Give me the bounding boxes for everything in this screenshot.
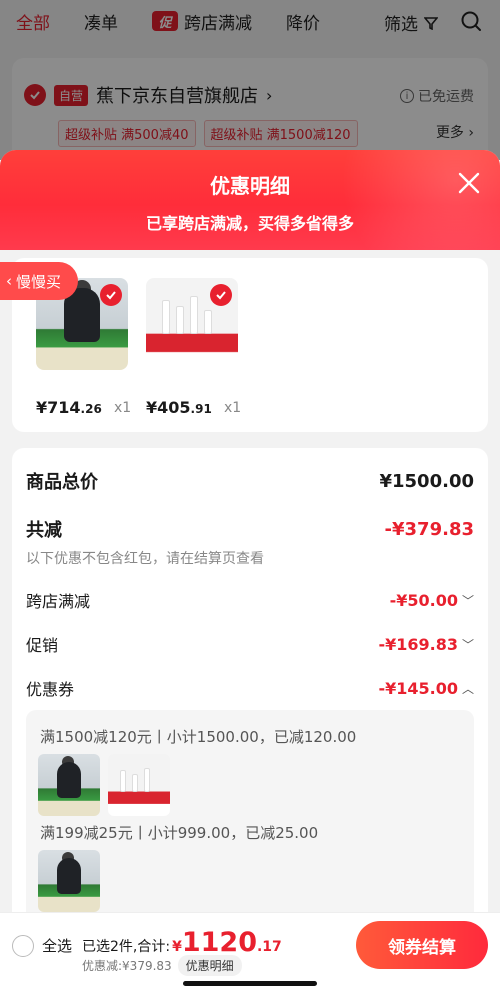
checkout-button[interactable]: 领券结算 (356, 921, 488, 969)
slow-buy-label: 慢慢买 (16, 272, 62, 291)
figure-body (57, 762, 81, 798)
price-int: ¥405 (146, 398, 191, 417)
line-label: 优惠券 (26, 680, 75, 699)
chevron-down-icon: ﹀ (461, 593, 474, 608)
discount-label: 共减 (26, 520, 62, 541)
dim-overlay[interactable] (0, 0, 500, 160)
price-dec: .91 (190, 402, 212, 416)
line-value: -¥50.00 ﹀ (390, 591, 474, 610)
total-value: ¥1500.00 (379, 470, 474, 492)
selected-check-icon (210, 284, 232, 306)
product-price: ¥405.91 (146, 398, 212, 417)
products-card: ¥714.26 x1 ¥405.91 x1 (12, 258, 488, 432)
select-all-label[interactable]: 全选 (42, 935, 72, 956)
mini-thumb-jacket (38, 850, 100, 912)
home-indicator (183, 981, 317, 986)
selected-check-icon (100, 284, 122, 306)
close-icon[interactable] (458, 172, 480, 194)
total-dec: .17 (256, 939, 282, 955)
discount-detail-sheet: 优惠明细 已享跨店满减，买得多省得多 ‹ 慢慢买 ¥714.26 x1 ¥405… (0, 150, 500, 996)
product-qty: x1 (224, 400, 242, 416)
saved-line: 优惠减:¥379.83 优惠明细 (82, 955, 242, 976)
price-int: ¥714 (36, 398, 81, 417)
bottle-shape (204, 310, 212, 334)
figure-body (57, 858, 81, 894)
mini-thumb-cosmetics (108, 754, 170, 816)
selected-text: 已选2件,合计: (82, 939, 171, 955)
line-label: 促销 (26, 636, 59, 655)
line-amount: -¥145.00 (378, 678, 458, 698)
coupon-group-text: 满199减25元丨小计999.00，已减25.00 (40, 824, 319, 842)
chevron-up-icon: ︿ (461, 681, 474, 696)
coupon-group-text: 满1500减120元丨小计1500.00，已减120.00 (40, 728, 357, 746)
line-label: 跨店满减 (26, 592, 91, 611)
discount-detail-pill[interactable]: 优惠明细 (177, 955, 242, 976)
currency-symbol: ¥ (172, 939, 182, 955)
chevron-down-icon: ﹀ (461, 637, 474, 652)
product-price: ¥714.26 (36, 398, 102, 417)
discount-note: 以下优惠不包含红包，请在结算页查看 (26, 551, 264, 567)
bottle-shape (132, 774, 138, 792)
product-thumb-cosmetics[interactable] (146, 278, 238, 370)
chevron-left-icon: ‹ (6, 272, 12, 290)
product-qty: x1 (114, 400, 132, 416)
discount-line-cross-store[interactable]: 跨店满减 -¥50.00 ﹀ (26, 588, 474, 612)
saved-text: 优惠减:¥379.83 (82, 959, 172, 973)
checkout-bar: 全选 已选2件,合计: ¥ 1120 .17 优惠减:¥379.83 优惠明细 … (0, 912, 500, 996)
total-int: 1120 (181, 927, 257, 958)
line-value: -¥169.83 ﹀ (378, 635, 474, 654)
total-label: 商品总价 (26, 472, 98, 493)
discount-row: 共减 -¥379.83 (26, 516, 474, 542)
mini-thumb-jacket (38, 754, 100, 816)
slow-buy-button[interactable]: ‹ 慢慢买 (0, 262, 78, 300)
total-line: 已选2件,合计: ¥ 1120 .17 (82, 927, 282, 958)
discount-line-coupon[interactable]: 优惠券 -¥145.00 ︿ (26, 676, 474, 700)
background-page: 全部 凑单 促 跨店满减 降价 筛选 自营 蕉下京东自营旗舰店 › i 已免运费… (0, 0, 500, 168)
sheet-header: 优惠明细 已享跨店满减，买得多省得多 (0, 150, 500, 250)
line-value: -¥145.00 ︿ (378, 679, 474, 698)
bottle-shape (162, 300, 170, 334)
bottle-shape (176, 306, 184, 334)
sheet-subtitle: 已享跨店满减，买得多省得多 (145, 214, 354, 233)
bottle-shape (144, 768, 150, 792)
line-amount: -¥169.83 (378, 634, 458, 654)
total-row: 商品总价 ¥1500.00 (26, 468, 474, 494)
price-dec: .26 (80, 402, 102, 416)
line-amount: -¥50.00 (389, 590, 458, 610)
discount-value: -¥379.83 (384, 518, 474, 540)
bottle-shape (190, 296, 198, 334)
select-all-radio[interactable] (12, 935, 34, 957)
sheet-title: 优惠明细 (210, 174, 290, 198)
discount-line-promotion[interactable]: 促销 -¥169.83 ﹀ (26, 632, 474, 656)
bottle-shape (120, 770, 126, 792)
